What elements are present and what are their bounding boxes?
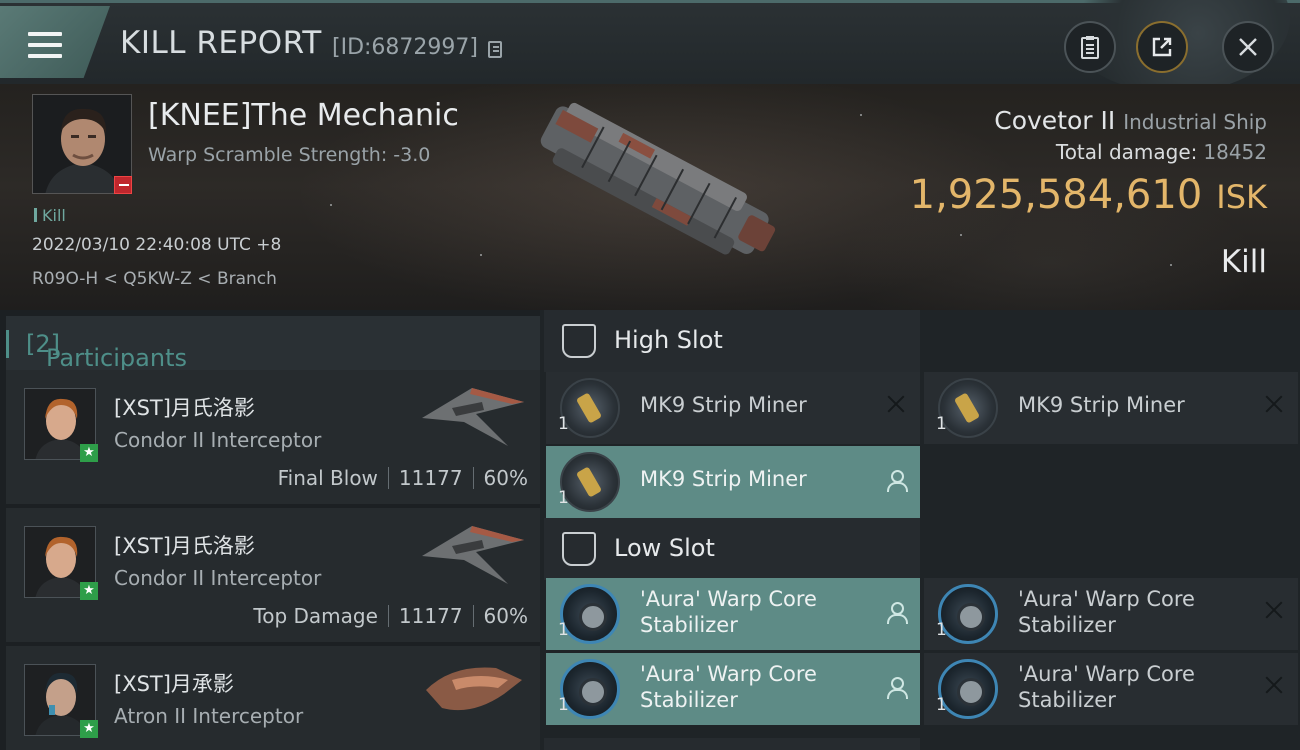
- participant-percent: 60%: [483, 604, 528, 628]
- kill-location[interactable]: R09O-H < Q5KW-Z < Branch: [32, 269, 277, 289]
- isk-amount: 1,925,584,610: [909, 172, 1203, 218]
- participant-stats: Top Damage 11177 60%: [253, 604, 528, 628]
- module-quantity: 1: [558, 414, 569, 434]
- module-name: 'Aura' Warp Core Stabilizer: [640, 587, 817, 637]
- module-item[interactable]: 1 MK9 Strip Miner: [924, 372, 1298, 444]
- fitting-panel[interactable]: High Slot 1 MK9 Strip Miner 1 MK9 Strip …: [540, 310, 1300, 750]
- dropped-person-icon: [886, 677, 908, 699]
- participant-row[interactable]: ★ [XST]月氏洛影 Condor II Interceptor Final …: [6, 370, 540, 504]
- ship-name-text: Covetor II: [994, 106, 1116, 135]
- close-icon: [1239, 38, 1257, 56]
- hamburger-icon: [28, 32, 62, 58]
- module-quantity: 1: [558, 488, 569, 508]
- module-quantity: 1: [558, 695, 569, 715]
- module-quantity: 1: [936, 695, 947, 715]
- strip-miner-icon: [560, 378, 620, 438]
- page-title: KILL REPORT: [120, 25, 322, 61]
- warp-core-stabilizer-icon: [938, 659, 998, 719]
- share-icon: [1152, 37, 1172, 57]
- module-name: 'Aura' Warp Core Stabilizer: [1018, 662, 1195, 712]
- low-slot-header: Low Slot: [544, 518, 920, 580]
- mid-slot-header-partial: [544, 738, 920, 750]
- high-slot-header: High Slot: [544, 310, 920, 372]
- warp-core-stabilizer-icon: [560, 584, 620, 644]
- header-bar: KILL REPORT [ID:6872997]: [0, 0, 1300, 93]
- module-item[interactable]: 1 'Aura' Warp Core Stabilizer: [546, 578, 920, 650]
- ship-class: Industrial Ship: [1123, 110, 1267, 134]
- copy-icon[interactable]: [488, 41, 502, 58]
- warp-scramble-strength: Warp Scramble Strength: -3.0: [148, 144, 431, 166]
- module-item[interactable]: 1 'Aura' Warp Core Stabilizer: [924, 578, 1298, 650]
- dropped-person-icon: [886, 470, 908, 492]
- isk-value: 1,925,584,610 ISK: [910, 172, 1267, 218]
- destroyed-x-icon: [886, 394, 906, 414]
- module-name: MK9 Strip Miner: [1018, 393, 1185, 417]
- strip-miner-icon: [560, 452, 620, 512]
- star-badge-icon: ★: [80, 582, 98, 600]
- module-name: MK9 Strip Miner: [640, 393, 807, 417]
- participant-name: [XST]月承影: [114, 672, 234, 696]
- dropped-person-icon: [886, 602, 908, 624]
- destroyed-x-icon: [1264, 394, 1284, 414]
- participant-ship-image: [422, 388, 524, 446]
- participant-name: [XST]月氏洛影: [114, 396, 255, 420]
- clipboard-button[interactable]: [1064, 21, 1116, 73]
- clipboard-icon: [1081, 36, 1099, 59]
- star-badge-icon: ★: [80, 444, 98, 462]
- participant-row[interactable]: ★ [XST]月承影 Atron II Interceptor: [6, 646, 540, 750]
- low-slot-icon: [562, 532, 596, 566]
- module-item[interactable]: 1 MK9 Strip Miner: [546, 372, 920, 444]
- module-quantity: 1: [936, 620, 947, 640]
- participant-stats: Final Blow 11177 60%: [278, 466, 528, 490]
- participant-ship: Atron II Interceptor: [114, 704, 304, 728]
- destroyed-x-icon: [1264, 675, 1284, 695]
- module-name: 'Aura' Warp Core Stabilizer: [640, 662, 817, 712]
- module-name: 'Aura' Warp Core Stabilizer: [1018, 587, 1195, 637]
- star-badge-icon: ★: [80, 720, 98, 738]
- participant-percent: 60%: [483, 466, 528, 490]
- participant-name: [XST]月氏洛影: [114, 534, 255, 558]
- kill-datetime: 2022/03/10 22:40:08 UTC +8: [32, 235, 282, 255]
- participant-ship-image: [422, 526, 524, 584]
- strip-miner-icon: [938, 378, 998, 438]
- total-damage-label: Total damage:: [1055, 140, 1198, 164]
- warp-core-stabilizer-icon: [938, 584, 998, 644]
- report-id: [ID:6872997]: [332, 35, 478, 60]
- low-slot-title: Low Slot: [614, 534, 715, 562]
- victim-ship-image[interactable]: [510, 94, 790, 284]
- share-button[interactable]: [1136, 21, 1188, 73]
- total-damage-value: 18452: [1203, 140, 1267, 164]
- high-slot-title: High Slot: [614, 326, 723, 354]
- destroyed-x-icon: [1264, 600, 1284, 620]
- participant-ship: Condor II Interceptor: [114, 428, 322, 452]
- participant-role: Top Damage: [253, 604, 378, 628]
- participants-header: Participants [2]: [6, 316, 540, 372]
- module-item[interactable]: 1 MK9 Strip Miner: [546, 446, 920, 518]
- participant-row[interactable]: ★ [XST]月氏洛影 Condor II Interceptor Top Da…: [6, 508, 540, 642]
- module-item[interactable]: 1 'Aura' Warp Core Stabilizer: [924, 653, 1298, 725]
- victim-name[interactable]: [KNEE]The Mechanic: [148, 98, 459, 133]
- module-item[interactable]: 1 'Aura' Warp Core Stabilizer: [546, 653, 920, 725]
- kill-tag: Kill: [34, 206, 66, 225]
- result-label: Kill: [1220, 244, 1267, 280]
- high-slot-icon: [562, 324, 596, 358]
- module-quantity: 1: [558, 620, 569, 640]
- module-name: MK9 Strip Miner: [640, 467, 807, 491]
- participant-role: Final Blow: [277, 466, 378, 490]
- victim-ship-name[interactable]: Covetor II Industrial Ship: [994, 106, 1267, 135]
- participants-panel[interactable]: Participants [2] ★ [XST]月氏洛影 Condor II I…: [0, 310, 540, 750]
- participant-damage: 11177: [398, 466, 463, 490]
- participant-ship-image: [426, 667, 522, 711]
- warp-core-stabilizer-icon: [560, 659, 620, 719]
- participant-ship: Condor II Interceptor: [114, 566, 322, 590]
- kill-summary-banner: [KNEE]The Mechanic Warp Scramble Strengt…: [0, 84, 1300, 310]
- participant-damage: 11177: [398, 604, 463, 628]
- participants-title: Participants: [46, 344, 187, 372]
- module-quantity: 1: [936, 414, 947, 434]
- close-button[interactable]: [1222, 21, 1274, 73]
- total-damage: Total damage: 18452: [1056, 140, 1267, 164]
- menu-button[interactable]: [0, 6, 110, 78]
- isk-unit: ISK: [1216, 178, 1267, 216]
- kill-status-badge: [114, 176, 132, 194]
